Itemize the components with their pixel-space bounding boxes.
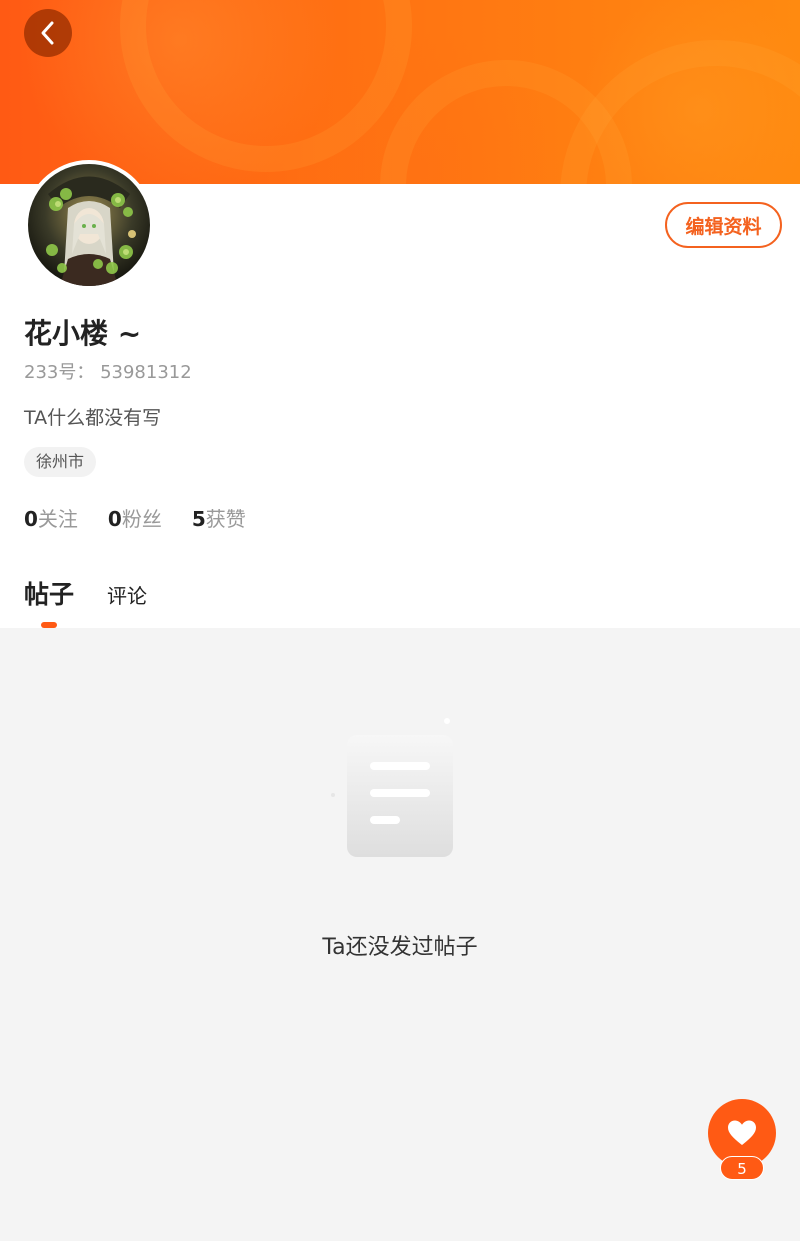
tab-comments[interactable]: 评论 <box>107 580 147 609</box>
back-button[interactable] <box>24 9 72 57</box>
stats-row: 0关注 0粉丝 5获赞 <box>24 503 246 532</box>
active-tab-indicator <box>41 622 57 628</box>
stat-count: 5 <box>191 507 206 531</box>
user-id: 233号： 53981312 <box>24 362 192 383</box>
username: 花小楼 ~ <box>24 317 142 350</box>
banner-decoration <box>380 60 632 184</box>
stat-count: 0 <box>24 507 38 531</box>
profile-banner <box>0 0 800 184</box>
empty-state-text: Ta还没发过帖子 <box>322 935 478 960</box>
stat-label: 粉丝 <box>121 507 162 531</box>
tab-posts[interactable]: 帖子 <box>24 575 74 611</box>
document-icon <box>330 710 470 870</box>
edit-profile-button[interactable]: 编辑资料 <box>665 202 782 248</box>
banner-decoration <box>120 0 412 172</box>
stat-following[interactable]: 0关注 <box>24 503 78 532</box>
avatar-image <box>28 164 150 286</box>
stat-likes[interactable]: 5获赞 <box>192 503 246 532</box>
stat-label: 关注 <box>37 507 78 531</box>
stat-count: 0 <box>107 507 122 531</box>
location-tag: 徐州市 <box>24 447 97 477</box>
like-count-badge: 5 <box>720 1156 764 1180</box>
stat-label: 获赞 <box>205 507 246 531</box>
bio: TA什么都没有写 <box>24 407 162 429</box>
stat-followers[interactable]: 0粉丝 <box>108 503 162 532</box>
chevron-left-icon <box>41 21 54 45</box>
avatar[interactable] <box>24 160 154 290</box>
heart-icon <box>728 1120 756 1145</box>
